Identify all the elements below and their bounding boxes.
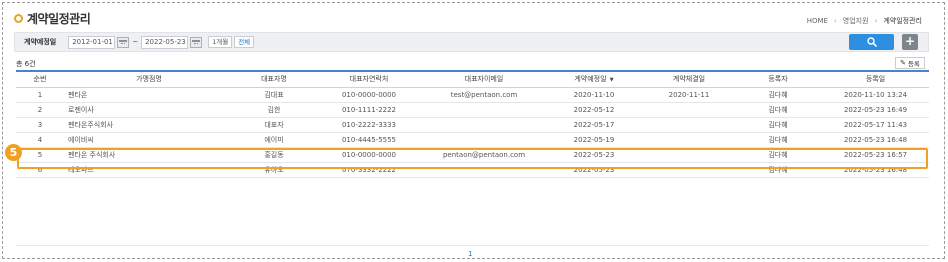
cell-rep-phone: 010-1111-2222 (341, 105, 397, 114)
cell-scheduled-date: 2020-11-10 (573, 90, 615, 99)
cell-signed-date (644, 117, 734, 132)
calendar-icon[interactable] (117, 36, 130, 48)
cell-reg-date: 2020-11-10 13:24 (843, 90, 908, 99)
search-button[interactable] (849, 34, 894, 50)
table-row[interactable]: 3 펜타온주식회사 대표자 010-2222-3333 2022-05-17 김… (16, 117, 929, 132)
total-count: 총 6건 (16, 60, 36, 68)
register-button[interactable]: ✎ 등록 (895, 57, 925, 69)
cell-rep-name: 김대표 (264, 90, 284, 99)
cell-reg-date: 2022-05-23 16:48 (843, 135, 908, 144)
row-highlight-box (17, 148, 928, 169)
breadcrumb-sales-support[interactable]: 영업지원 (843, 16, 869, 26)
register-label: 등록 (907, 60, 920, 68)
page-header: 계약일정관리 (14, 10, 91, 27)
search-bar: 계약예정일 2012-01-01 ~ 2022-05-23 1개월 전체 + (14, 32, 929, 52)
period-1-month-button[interactable]: 1개월 (208, 36, 233, 48)
cell-registrant: 김다혜 (768, 135, 788, 144)
add-button[interactable]: + (902, 34, 918, 50)
title-bullet-icon (14, 14, 23, 23)
cell-scheduled-date: 2022-05-19 (573, 135, 615, 144)
cell-rep-phone: 010-0000-0000 (341, 90, 397, 99)
plus-icon: + (904, 34, 916, 48)
cell-signed-date (644, 102, 734, 117)
chevron-right-icon: › (833, 17, 837, 25)
table-row[interactable]: 1 펜타온 김대표 010-0000-0000 test@pentaon.com… (16, 87, 929, 102)
cell-scheduled-date: 2022-05-12 (573, 105, 615, 114)
search-icon (866, 37, 877, 47)
cell-rep-phone: 010-4445-5555 (341, 135, 397, 144)
cell-rep-email (424, 102, 544, 117)
cell-store-name: 펜타온주식회사 (68, 120, 114, 129)
cell-rep-name: 김한 (267, 105, 281, 114)
date-range-separator: ~ (132, 38, 139, 46)
chevron-right-icon: › (874, 17, 878, 25)
cell-scheduled-date: 2022-05-17 (573, 120, 615, 129)
pagination-page-1[interactable]: 1 (468, 250, 472, 258)
cell-signed-date (644, 132, 734, 147)
cell-no: 4 (37, 135, 43, 144)
column-header-reg-date: 등록일 (865, 75, 886, 84)
cell-signed-date: 2020-11-11 (668, 90, 710, 99)
cell-no: 3 (37, 120, 43, 129)
cell-rep-email (424, 117, 544, 132)
cell-no: 1 (37, 90, 43, 99)
cell-reg-date: 2022-05-23 16:49 (843, 105, 908, 114)
step-marker-badge: 5 (5, 144, 22, 161)
date-to-input[interactable]: 2022-05-23 (141, 35, 189, 49)
cell-reg-date: 2022-05-17 11:43 (843, 120, 908, 129)
column-header-rep-name: 대표자명 (261, 75, 287, 84)
cell-rep-email (424, 132, 544, 147)
sort-desc-icon: ▼ (609, 77, 614, 84)
breadcrumb-home[interactable]: HOME (807, 17, 828, 25)
pagination-divider (16, 245, 929, 246)
cell-rep-name: 대표자 (264, 120, 284, 129)
contract-date-label: 계약예정일 (24, 38, 57, 46)
cell-rep-phone: 010-2222-3333 (341, 120, 397, 129)
cell-store-name: 에이비씨 (68, 135, 94, 144)
breadcrumb-current: 계약일정관리 (883, 17, 922, 25)
column-header-registrant: 등록자 (768, 75, 788, 84)
cell-registrant: 김다혜 (768, 105, 788, 114)
column-header-scheduled-date[interactable]: 계약예정일 ▼ (544, 71, 644, 87)
column-header-store-name: 가맹점명 (136, 75, 162, 84)
column-header-no: 순번 (33, 75, 47, 84)
period-all-button[interactable]: 전체 (234, 36, 255, 48)
page-title: 계약일정관리 (27, 12, 91, 26)
table-header-row: 순번 가맹점명 대표자명 대표자연락처 대표자이메일 계약예정일 ▼ 계약체결일… (16, 71, 929, 87)
column-header-rep-email: 대표자이메일 (464, 75, 504, 84)
pencil-icon: ✎ (900, 59, 906, 67)
column-header-signed-date: 계약체결일 (672, 75, 706, 84)
cell-rep-name: 에이미 (264, 135, 284, 144)
table-row[interactable]: 2 로젠이사 김한 010-1111-2222 2022-05-12 김다혜 2… (16, 102, 929, 117)
calendar-icon[interactable] (190, 36, 203, 48)
scheduled-date-label: 계약예정일 (574, 75, 607, 84)
cell-registrant: 김다혜 (768, 90, 788, 99)
date-from-input[interactable]: 2012-01-01 (68, 35, 116, 49)
cell-no: 2 (37, 105, 43, 114)
cell-rep-email: test@pentaon.com (450, 90, 518, 99)
cell-store-name: 펜타온 (68, 90, 88, 99)
breadcrumb: HOME › 영업지원 › 계약일정관리 (807, 16, 922, 26)
table-row[interactable]: 4 에이비씨 에이미 010-4445-5555 2022-05-19 김다혜 … (16, 132, 929, 147)
column-header-rep-phone: 대표자연락처 (349, 75, 389, 84)
cell-registrant: 김다혜 (768, 120, 788, 129)
cell-store-name: 로젠이사 (68, 105, 94, 114)
